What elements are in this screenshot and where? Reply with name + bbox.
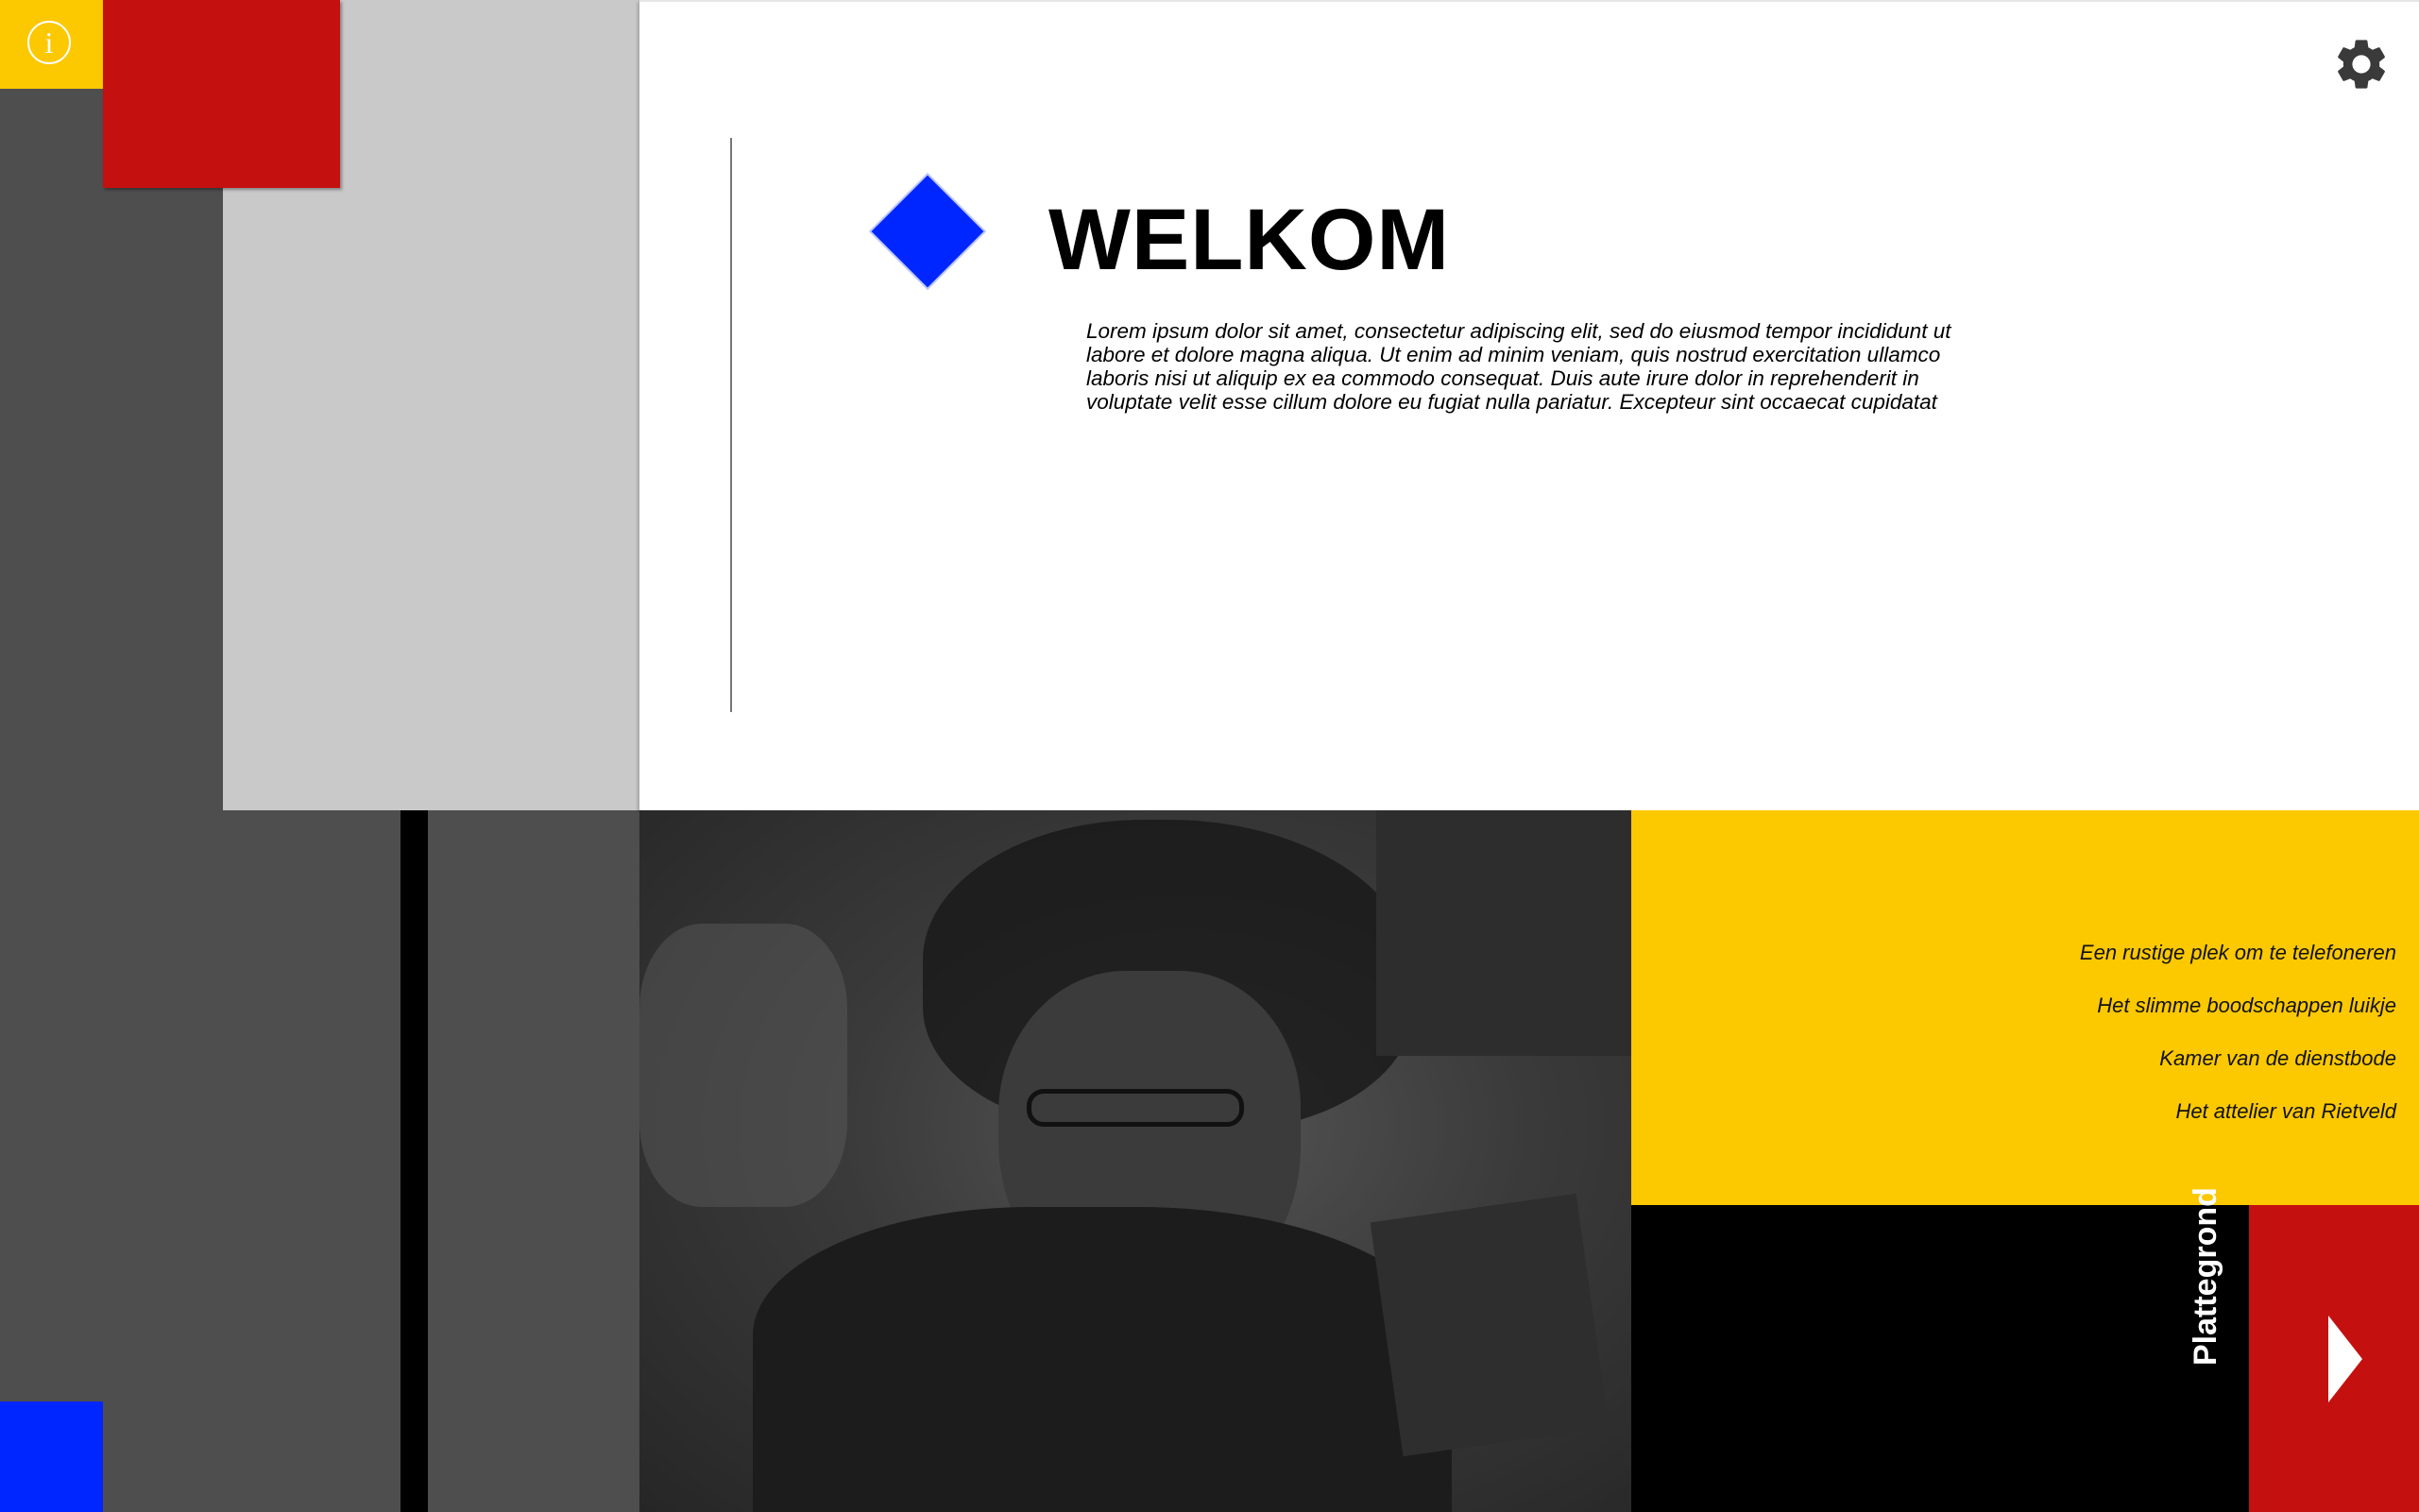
room-menu: Een rustige plek om te telefoneren Het s…: [1924, 939, 2396, 1150]
next-button[interactable]: [2249, 1205, 2419, 1512]
plattegrond-panel[interactable]: [1631, 1205, 2249, 1512]
page-title: WELKOM: [1048, 192, 1451, 288]
blue-decor-block: [0, 1402, 103, 1512]
black-stripe: [400, 810, 428, 1512]
portrait-photo: [639, 810, 1631, 1512]
vertical-divider: [730, 138, 732, 712]
plattegrond-link[interactable]: Plattegrond: [2188, 1187, 2224, 1366]
welcome-text: Lorem ipsum dolor sit amet, consectetur …: [1086, 319, 1951, 414]
menu-item-boodschappen-luikje[interactable]: Het slimme boodschappen luikje: [1924, 992, 2396, 1045]
play-arrow-icon: [2328, 1316, 2362, 1402]
info-icon[interactable]: i: [27, 21, 71, 64]
menu-item-attelier[interactable]: Het attelier van Rietveld: [1924, 1097, 2396, 1150]
gear-icon[interactable]: [2331, 34, 2392, 94]
red-decor-block: [103, 0, 340, 188]
info-block[interactable]: i: [0, 0, 103, 89]
menu-item-dienstbode[interactable]: Kamer van de dienstbode: [1924, 1045, 2396, 1097]
menu-item-telefoneren[interactable]: Een rustige plek om te telefoneren: [1924, 939, 2396, 992]
